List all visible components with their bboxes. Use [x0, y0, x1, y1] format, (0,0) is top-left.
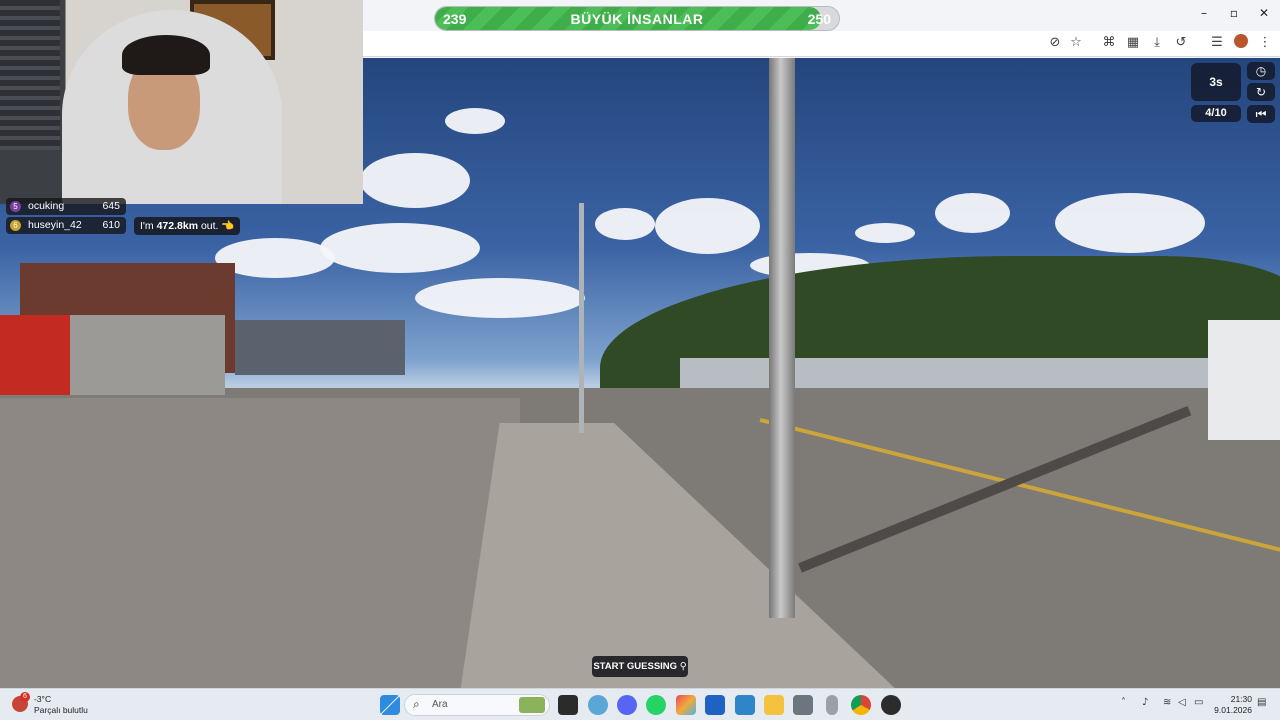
- start-guessing-button[interactable]: START GUESSING ⚲: [592, 656, 688, 677]
- office-building: [235, 320, 405, 375]
- refresh-icon[interactable]: ↻: [1247, 83, 1275, 101]
- store-icon[interactable]: [705, 695, 725, 715]
- rank-badge: 5: [10, 201, 21, 212]
- menu-icon[interactable]: ⋮: [1256, 34, 1274, 52]
- wifi-icon[interactable]: ≋: [1163, 697, 1171, 708]
- profile-icon[interactable]: [1232, 34, 1250, 52]
- cloud: [1055, 193, 1205, 253]
- address-bar-area[interactable]: [363, 31, 1280, 57]
- leaderboard-row: 6 huseyin_42 610: [6, 217, 126, 234]
- cloud: [360, 153, 470, 208]
- copilot-icon[interactable]: [588, 695, 608, 715]
- guess-suffix: out.: [198, 220, 219, 232]
- discord-icon[interactable]: [617, 695, 637, 715]
- cloud: [320, 223, 480, 273]
- round-counter: 4/10: [1191, 105, 1241, 122]
- streetlight-pole: [579, 203, 584, 433]
- map-pin-icon: ⚲: [679, 661, 687, 672]
- player-score: 645: [102, 200, 120, 212]
- weather-badge: 6: [20, 692, 30, 702]
- cloud: [855, 223, 915, 243]
- file-explorer-icon[interactable]: [764, 695, 784, 715]
- search-placeholder: Ara: [432, 699, 448, 710]
- star-icon[interactable]: ☆: [1067, 34, 1085, 52]
- microphone-icon[interactable]: ♪: [1142, 697, 1148, 708]
- dump-truck: [0, 315, 225, 395]
- eye-off-icon[interactable]: ⊘: [1046, 34, 1064, 52]
- window-blind: [0, 0, 60, 150]
- leaderboard-row: 5 ocuking 645: [6, 198, 126, 215]
- search-highlight-icon: [519, 697, 545, 713]
- photos-icon[interactable]: [676, 695, 696, 715]
- metal-pole: [769, 58, 795, 618]
- taskbar: 6 -3°C Parçalı bulutlu ⌕ Ara ˄ ♪ ≋ ◁ ▭ 2…: [0, 688, 1280, 720]
- player-name: ocuking: [28, 200, 65, 212]
- task-view-icon[interactable]: [558, 695, 578, 715]
- weather-description: Parçalı bulutlu: [34, 705, 88, 715]
- webcam-overlay: [0, 0, 363, 204]
- cloud: [415, 278, 585, 318]
- guess-prefix: I'm: [140, 220, 157, 232]
- score-title: BÜYÜK İNSANLAR: [570, 11, 704, 27]
- windows-start-icon[interactable]: [380, 695, 400, 715]
- close-icon[interactable]: ✕: [1252, 4, 1276, 22]
- score-right: 250: [807, 11, 831, 27]
- extensions-icon[interactable]: ▦: [1124, 34, 1142, 52]
- taskbar-search-input[interactable]: ⌕ Ara: [404, 694, 550, 716]
- guess-distance: 472.8km: [156, 220, 199, 232]
- guess-distance-bubble: I'm 472.8km out. 👈: [134, 217, 241, 235]
- calculator-icon[interactable]: [793, 695, 813, 715]
- streamer-hair: [122, 35, 210, 75]
- translate-icon[interactable]: ⌘: [1100, 34, 1118, 52]
- pointing-hand-icon: 👈: [221, 220, 235, 232]
- app-with-notification-icon[interactable]: [881, 695, 901, 715]
- download-icon[interactable]: ⤓: [1148, 34, 1166, 52]
- start-guessing-label: START GUESSING: [593, 661, 678, 672]
- notification-icon[interactable]: ▤: [1257, 697, 1266, 708]
- player-name: huseyin_42: [28, 219, 82, 231]
- team-score-bar: 239 BÜYÜK İNSANLAR 250: [434, 6, 840, 31]
- clock-date[interactable]: 9.01.2026: [1212, 705, 1252, 715]
- cloud: [655, 198, 760, 254]
- chevron-up-icon[interactable]: ˄: [1121, 697, 1126, 708]
- history-icon[interactable]: ↺: [1172, 34, 1190, 52]
- gravel-lot: [0, 398, 520, 688]
- white-building: [1208, 320, 1280, 440]
- cloud: [935, 193, 1010, 233]
- mouse-app-icon[interactable]: [826, 695, 838, 715]
- volume-icon[interactable]: ◁: [1178, 697, 1186, 708]
- player-score: 610: [102, 219, 120, 231]
- chrome-icon[interactable]: [851, 695, 871, 715]
- cloud: [445, 108, 505, 134]
- clock-time[interactable]: 21:30: [1218, 694, 1252, 704]
- search-icon: ⌕: [413, 697, 420, 711]
- restore-icon[interactable]: ▫: [1222, 4, 1246, 22]
- clock-icon[interactable]: ◷: [1247, 62, 1275, 80]
- remote-desktop-icon[interactable]: [735, 695, 755, 715]
- rewind-icon[interactable]: ⏮: [1247, 105, 1275, 123]
- whatsapp-icon[interactable]: [646, 695, 666, 715]
- cloud: [595, 208, 655, 240]
- minimize-icon[interactable]: –: [1192, 4, 1216, 22]
- rank-badge: 6: [10, 220, 21, 231]
- round-timer: 3s: [1191, 63, 1241, 101]
- freight-train: [680, 358, 1210, 388]
- battery-icon[interactable]: ▭: [1194, 697, 1203, 708]
- reading-list-icon[interactable]: ☰: [1208, 34, 1226, 52]
- weather-temperature: -3°C: [34, 694, 52, 704]
